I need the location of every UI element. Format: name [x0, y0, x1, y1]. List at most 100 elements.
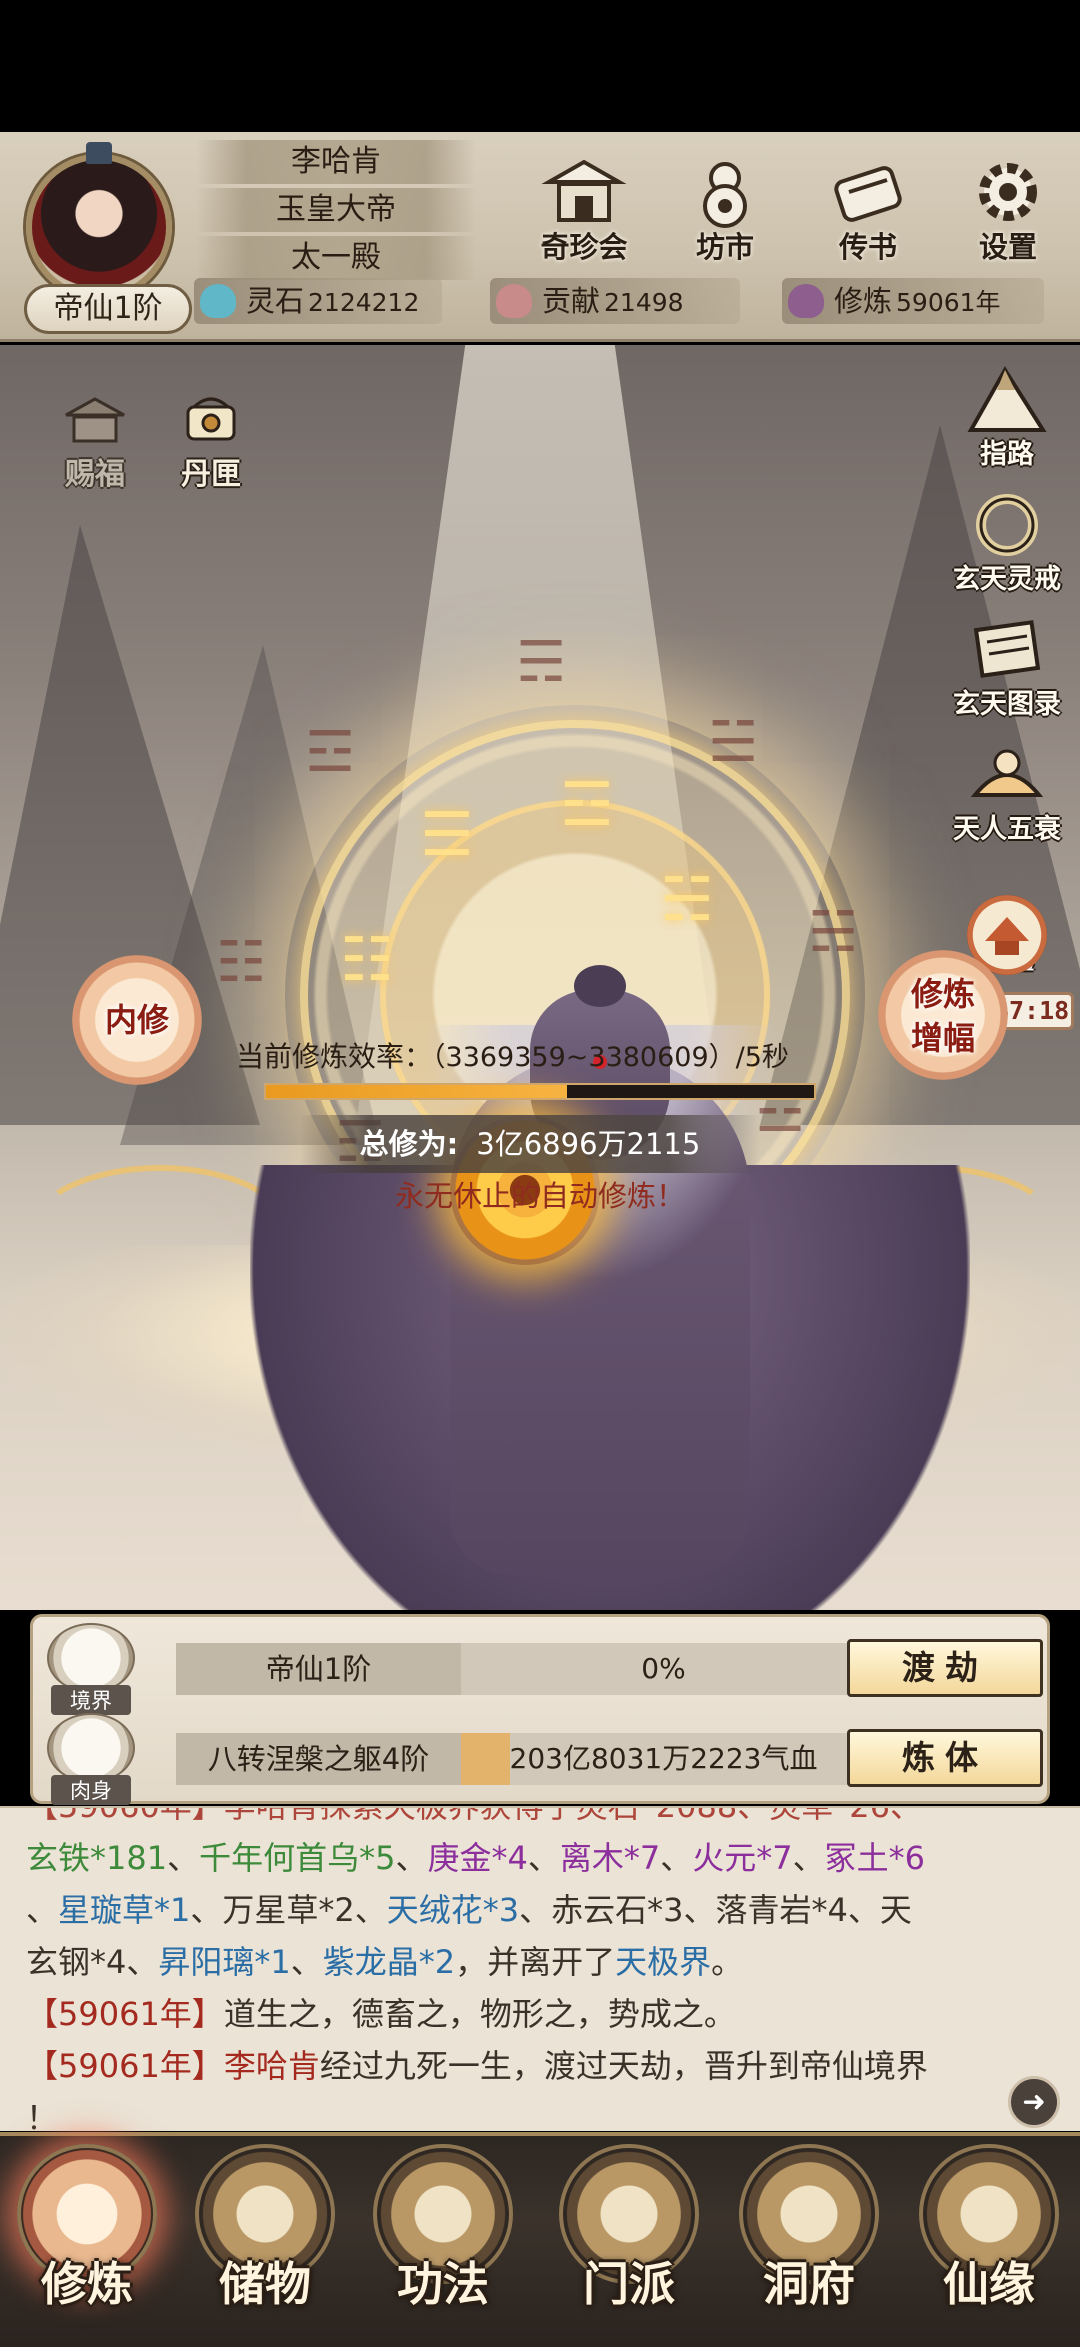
- gold-rune-2: ☲: [560, 770, 614, 840]
- rank-badge: 帝仙1阶: [24, 284, 192, 334]
- letter-label: 传书: [838, 230, 897, 264]
- boost-label-line2: 增幅: [910, 1019, 975, 1057]
- sage-topknot: [574, 965, 626, 1007]
- spirit-ring-button[interactable]: 玄天灵戒: [942, 485, 1072, 596]
- meditating-sage: [250, 905, 970, 1610]
- body-refine-button[interactable]: 炼体: [847, 1729, 1043, 1787]
- five-decays-button[interactable]: 天人五衰: [942, 735, 1072, 846]
- rune-left: ☷: [216, 930, 267, 995]
- total-cultivation-value: 3亿6896万2115: [476, 1127, 701, 1161]
- pill-box-label: 丹匣: [181, 457, 241, 492]
- realm-swirl-icon: [47, 1623, 135, 1693]
- log-segment: 、万星草*2、: [190, 1891, 387, 1929]
- letter-button[interactable]: 传书: [808, 154, 928, 284]
- spirit-stone-counter: 灵石 2124212: [194, 278, 442, 324]
- log-segment: 玄铁*181: [26, 1839, 168, 1877]
- body-badge: 肉身: [41, 1713, 141, 1805]
- realm-level-label: 帝仙1阶: [176, 1643, 461, 1695]
- log-segment: 火元*7: [692, 1839, 793, 1877]
- pill-box-icon: [176, 385, 246, 449]
- nav-fate-label: 仙缘: [943, 2257, 1035, 2311]
- body-tag: 肉身: [51, 1775, 131, 1805]
- status-bar-area: [0, 0, 1080, 132]
- nav-storage[interactable]: 储物: [180, 2144, 350, 2344]
- cultivation-scene: ☴ ☲ ☱ ☷ ☵ ☶ ☳ ☰ ☲ ☵ ☷ 赐福 丹匣 指路: [0, 345, 1080, 1610]
- player-name: 李哈肯: [196, 140, 476, 184]
- log-segment: 、: [660, 1839, 693, 1877]
- contribution-counter: 贡献 21498: [490, 278, 740, 324]
- treasure-pavilion-button[interactable]: 奇珍会: [524, 154, 644, 284]
- nav-storage-label: 储物: [219, 2257, 311, 2311]
- player-title: 玉皇大帝: [196, 188, 476, 232]
- log-segment: 道生之，德畜之，物形之，势成之。: [223, 1995, 736, 2033]
- efficiency-progress-bar: [264, 1083, 816, 1100]
- spirit-stone-value: 2124212: [308, 288, 420, 317]
- log-segment: 经过九死一生，渡过天劫，晋升到帝仙境界: [319, 2047, 928, 2085]
- gear-icon: [965, 154, 1051, 230]
- log-segment: 千年何首乌*5: [199, 1839, 396, 1877]
- log-segment: 、: [167, 1839, 200, 1877]
- log-segment: 星璇草*1: [58, 1891, 191, 1929]
- spirit-ring-icon: [965, 485, 1049, 563]
- log-segment: 、: [290, 1943, 323, 1981]
- gold-rune-1: ☰: [420, 800, 474, 870]
- body-row: 肉身 八转涅槃之躯4阶 203亿8031万2223气血 炼体: [33, 1713, 1053, 1805]
- efficiency-label: 当前修炼效率：: [236, 1040, 433, 1073]
- log-segment: 李哈肯: [223, 2047, 320, 2085]
- log-segment: 、: [792, 1839, 825, 1877]
- nav-cultivate[interactable]: 修炼: [2, 2144, 172, 2344]
- inner-cultivation-button[interactable]: 内修: [72, 955, 202, 1085]
- cultivation-years-label: 修炼: [834, 284, 893, 318]
- cultivation-boost-button[interactable]: 修炼 增幅: [878, 950, 1008, 1080]
- log-line: 【59061年】李哈肯经过九死一生，渡过天劫，晋升到帝仙境界: [26, 2040, 1054, 2092]
- blessing-button[interactable]: 赐福: [40, 385, 150, 493]
- log-segment: 【59061年】: [26, 1995, 224, 2033]
- nav-technique[interactable]: 功法: [358, 2144, 528, 2344]
- rune-top: ☴: [516, 630, 567, 695]
- log-segment: 、: [527, 1839, 560, 1877]
- realm-progress-value: 0%: [641, 1652, 686, 1685]
- nav-technique-label: 功法: [397, 2257, 489, 2311]
- settings-button[interactable]: 设置: [948, 154, 1068, 284]
- log-segment: 冢土*6: [824, 1839, 926, 1877]
- nav-cave[interactable]: 洞府: [724, 2144, 894, 2344]
- tribulation-button[interactable]: 渡劫: [847, 1639, 1043, 1697]
- nav-sect-label: 门派: [583, 2257, 675, 2311]
- mountain-guide-icon: [965, 360, 1049, 438]
- market-button[interactable]: 坊市: [665, 154, 785, 284]
- top-header: 帝仙1阶 李哈肯 玉皇大帝 太一殿 奇珍会 坊市 传书 设置 灵石 2124212: [0, 132, 1080, 342]
- log-next-button[interactable]: ➜: [1008, 2076, 1060, 2128]
- treasure-pavilion-label: 奇珍会: [540, 230, 628, 264]
- log-segment: 庚金*4: [427, 1839, 528, 1877]
- body-progress-bar: 八转涅槃之躯4阶 203亿8031万2223气血: [176, 1733, 866, 1785]
- spirit-stone-label: 灵石: [246, 284, 305, 318]
- total-cultivation: 总修为: 3亿6896万2115: [300, 1115, 760, 1173]
- rune-top-right: ☱: [708, 710, 759, 775]
- nav-cultivate-label: 修炼: [41, 2257, 133, 2311]
- guide-button[interactable]: 指路: [942, 360, 1072, 471]
- log-line: 玄钢*4、昇阳璃*1、紫龙晶*2，并离开了天极界。: [26, 1936, 1054, 1988]
- nav-sect[interactable]: 门派: [544, 2144, 714, 2344]
- scroll-atlas-icon: [965, 610, 1049, 688]
- atlas-button[interactable]: 玄天图录: [942, 610, 1072, 721]
- realm-badge: 境界: [41, 1623, 141, 1715]
- efficiency-progress-fill: [266, 1085, 568, 1098]
- event-log[interactable]: 【59060年】李哈肯探索天极界获得了灵石*2088、灵草*26、 玄铁*181…: [0, 1806, 1080, 2131]
- boost-label-line1: 修炼: [910, 975, 975, 1013]
- cultivation-crystal-icon: [788, 284, 824, 318]
- player-avatar[interactable]: 帝仙1阶: [14, 142, 192, 334]
- scroll-letter-icon: [825, 154, 911, 230]
- nav-fate[interactable]: 仙缘: [904, 2144, 1074, 2344]
- total-cultivation-label: 总修为:: [359, 1127, 459, 1161]
- blessing-label: 赐福: [65, 457, 125, 492]
- realm-progress-bar: 帝仙1阶 0%: [176, 1643, 866, 1695]
- lotus-deity-icon: [965, 735, 1049, 813]
- pill-box-button[interactable]: 丹匣: [156, 385, 266, 493]
- log-segment: 。: [711, 1943, 744, 1981]
- market-gourd-icon: [682, 154, 768, 230]
- body-progress-value: 203亿8031万2223气血: [509, 1742, 818, 1775]
- log-segment: 、: [26, 1891, 59, 1929]
- body-level-label: 八转涅槃之躯4阶: [176, 1733, 461, 1785]
- contribution-gem-icon: [496, 284, 532, 318]
- log-line: 【59061年】道生之，德畜之，物形之，势成之。: [26, 1988, 1054, 2040]
